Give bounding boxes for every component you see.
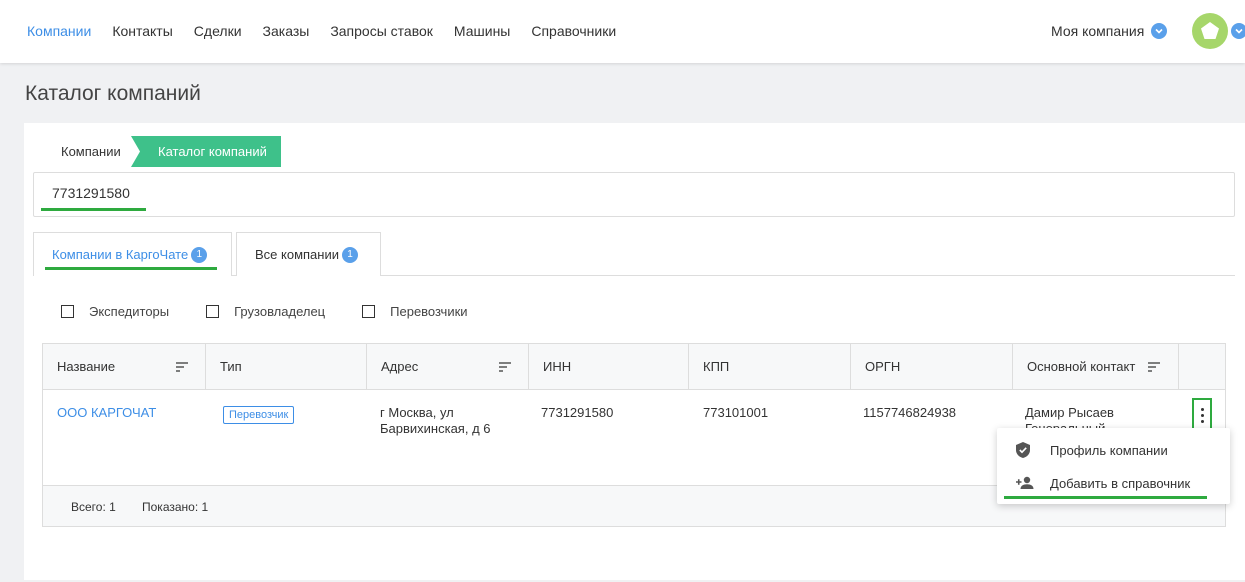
ogrn-cell: 1157746824938 bbox=[863, 405, 957, 420]
menu-item-label: Профиль компании bbox=[1050, 442, 1168, 458]
nav-item-companies[interactable]: Компании bbox=[27, 23, 91, 39]
total-count: Всего: 1 bbox=[71, 500, 116, 514]
sort-icon[interactable] bbox=[176, 362, 188, 372]
column-header-main-contact[interactable]: Основной контакт bbox=[1013, 344, 1179, 390]
chevron-down-icon bbox=[1151, 23, 1168, 39]
checkbox[interactable] bbox=[362, 305, 376, 318]
filter-forwarders[interactable]: Экспедиторы bbox=[61, 304, 169, 319]
kpp-cell: 773101001 bbox=[703, 405, 769, 420]
header-label: Название bbox=[57, 359, 116, 374]
filter-label: Экспедиторы bbox=[89, 304, 170, 319]
header-label: Адрес bbox=[381, 359, 419, 374]
page-title: Каталог компаний bbox=[25, 82, 201, 105]
shield-check-icon bbox=[1016, 442, 1030, 458]
menu-highlight-underline bbox=[1004, 496, 1207, 499]
company-name-link[interactable]: ООО КАРГОЧАТ bbox=[57, 405, 156, 421]
tab-active-underline bbox=[45, 267, 217, 270]
inn-cell: 7731291580 bbox=[541, 405, 614, 420]
shown-count: Показано: 1 bbox=[142, 500, 209, 514]
checkbox[interactable] bbox=[61, 305, 74, 318]
add-person-icon bbox=[1016, 476, 1034, 489]
kebab-dot bbox=[1200, 419, 1204, 423]
nav-item-rate-requests[interactable]: Запросы ставок bbox=[330, 23, 433, 39]
header-label: Основной контакт bbox=[1027, 359, 1136, 374]
search-input[interactable] bbox=[52, 185, 452, 201]
avatar[interactable] bbox=[1192, 13, 1228, 49]
address-line: Барвихинская, д 6 bbox=[380, 421, 491, 436]
filter-cargo-owner[interactable]: Грузовладелец bbox=[206, 304, 325, 319]
count-badge: 1 bbox=[342, 246, 358, 263]
header-label: ОРГН bbox=[865, 359, 901, 374]
kebab-dot bbox=[1200, 413, 1204, 417]
row-actions-kebab-button[interactable] bbox=[1192, 398, 1212, 432]
type-tag: Перевозчик bbox=[223, 406, 295, 424]
breadcrumb: Компании Каталог компаний bbox=[35, 136, 281, 167]
column-header-ogrn: ОРГН bbox=[851, 344, 1013, 390]
filter-carriers[interactable]: Перевозчики bbox=[362, 304, 468, 319]
filter-label: Грузовладелец bbox=[234, 304, 326, 319]
nav-item-directories[interactable]: Справочники bbox=[531, 23, 616, 39]
row-actions-menu: Профиль компании Добавить в справочник bbox=[997, 428, 1230, 504]
tab-cargochat-companies[interactable]: Компании в КаргоЧате 1 bbox=[33, 232, 232, 276]
pentagon-icon bbox=[1201, 22, 1219, 39]
header-label: КПП bbox=[703, 359, 730, 374]
breadcrumb-current-label: Каталог компаний bbox=[158, 144, 267, 159]
breadcrumb-root[interactable]: Компании bbox=[35, 136, 133, 167]
company-selector-label: Моя компания bbox=[1051, 23, 1145, 39]
nav-item-contacts[interactable]: Контакты bbox=[112, 23, 172, 39]
column-header-inn: ИНН bbox=[529, 344, 689, 390]
checkbox[interactable] bbox=[206, 305, 220, 318]
main-nav: Компании Контакты Сделки Заказы Запросы … bbox=[27, 23, 637, 39]
top-navbar: Компании Контакты Сделки Заказы Запросы … bbox=[0, 0, 1245, 63]
count-badge: 1 bbox=[191, 246, 208, 263]
column-header-name[interactable]: Название bbox=[43, 344, 206, 390]
nav-item-orders[interactable]: Заказы bbox=[263, 23, 310, 39]
sort-icon[interactable] bbox=[1148, 362, 1160, 372]
avatar-chevron-down-icon[interactable] bbox=[1231, 23, 1245, 39]
header-label: ИНН bbox=[543, 359, 572, 374]
menu-item-label: Добавить в справочник bbox=[1050, 475, 1191, 491]
breadcrumb-current: Каталог компаний bbox=[131, 136, 281, 167]
search-field[interactable] bbox=[33, 172, 1235, 217]
kebab-dot bbox=[1200, 407, 1204, 411]
column-header-address[interactable]: Адрес bbox=[367, 344, 529, 390]
menu-item-add-to-directory[interactable]: Добавить в справочник bbox=[997, 468, 1230, 498]
table-header: Название Тип Адрес ИНН КПП ОРГН Основной… bbox=[43, 344, 1225, 390]
tab-label: Компании в КаргоЧате bbox=[52, 247, 189, 262]
tab-all-companies[interactable]: Все компании 1 bbox=[236, 232, 381, 276]
search-highlight-underline bbox=[41, 208, 146, 211]
filter-label: Перевозчики bbox=[390, 304, 468, 319]
sort-icon[interactable] bbox=[499, 362, 511, 372]
type-filters: Экспедиторы Грузовладелец Перевозчики bbox=[61, 304, 505, 319]
column-header-kpp: КПП bbox=[689, 344, 851, 390]
company-selector[interactable]: Моя компания bbox=[1051, 23, 1168, 39]
header-label: Тип bbox=[220, 359, 242, 374]
tab-label: Все компании bbox=[255, 247, 339, 262]
nav-item-deals[interactable]: Сделки bbox=[194, 23, 242, 39]
nav-item-vehicles[interactable]: Машины bbox=[454, 23, 510, 39]
column-header-type: Тип bbox=[206, 344, 367, 390]
type-cell: Перевозчик bbox=[223, 406, 295, 424]
contact-name: Дамир Рысаев bbox=[1025, 405, 1114, 420]
address-cell: г Москва, ул Барвихинская, д 6 bbox=[380, 405, 491, 437]
menu-item-company-profile[interactable]: Профиль компании bbox=[997, 435, 1230, 465]
address-line: г Москва, ул bbox=[380, 405, 454, 420]
